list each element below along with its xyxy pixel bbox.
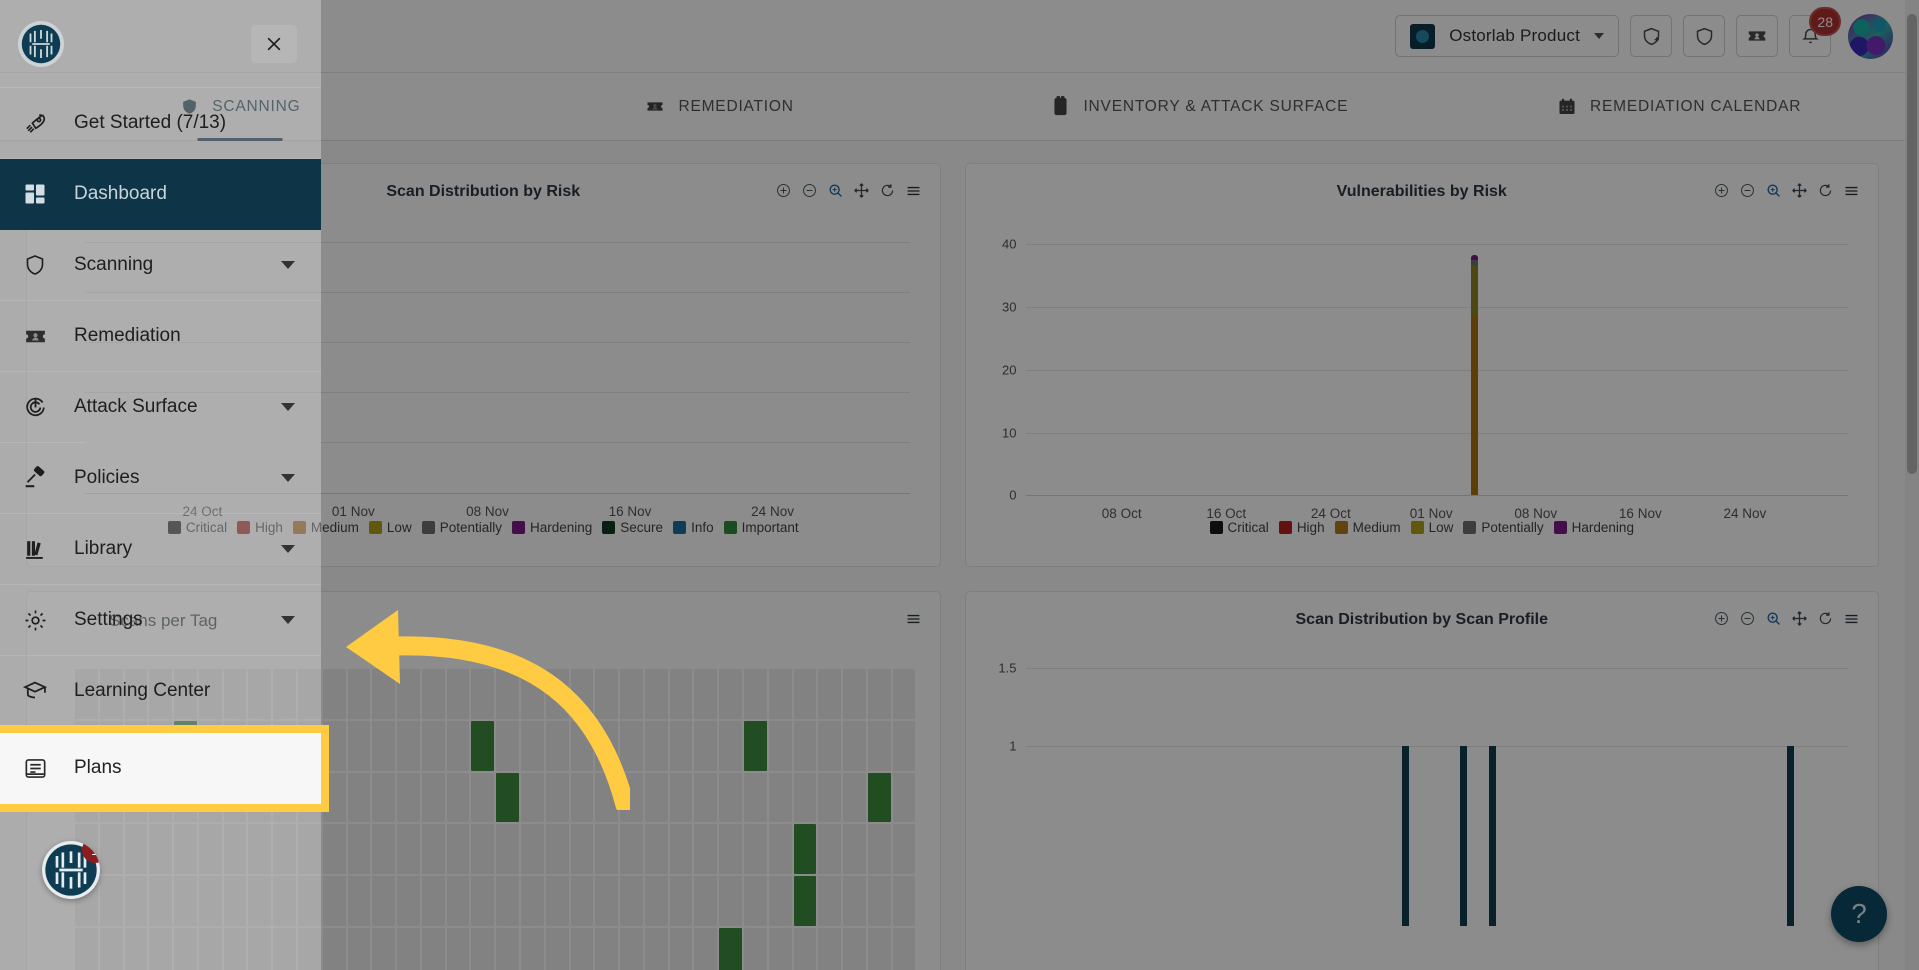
chevron-down-icon[interactable] (281, 261, 295, 269)
sidebar-item-label: Get Started (7/13) (74, 112, 226, 134)
sidebar-item-label: Dashboard (74, 183, 167, 205)
sidebar-item-remediation[interactable]: Remediation (0, 301, 321, 372)
sidebar-item-label: Learning Center (74, 680, 210, 702)
sidebar-item-label: Attack Surface (74, 396, 198, 418)
circuit-logo-glyph (20, 23, 62, 65)
books-icon (22, 536, 48, 562)
chevron-down-icon[interactable] (281, 545, 295, 553)
sidebar-item-settings[interactable]: Settings (0, 585, 321, 656)
close-icon (264, 34, 284, 54)
chevron-down-icon[interactable] (281, 616, 295, 624)
sidebar-item-library[interactable]: Library (0, 514, 321, 585)
ticket-user-icon (22, 323, 48, 349)
receipt-icon (22, 755, 48, 781)
sidebar-item-label: Settings (74, 609, 143, 631)
sidebar-item-label: Library (74, 538, 132, 560)
sidebar-item-scanning[interactable]: Scanning (0, 230, 321, 301)
sidebar-item-plans[interactable]: Plans (0, 733, 321, 804)
radar-target-icon (22, 394, 48, 420)
ostorlab-circuit-logo-icon[interactable]: 1 (42, 841, 100, 899)
chevron-down-icon[interactable] (281, 403, 295, 411)
sidebar-item-learning-center[interactable]: Learning Center (0, 656, 321, 727)
sidebar-item-policies[interactable]: Policies (0, 443, 321, 514)
graduation-cap-icon (22, 678, 48, 704)
chevron-down-icon[interactable] (281, 474, 295, 482)
sidebar-item-get-started[interactable]: Get Started (7/13) (0, 88, 321, 159)
shield-icon (22, 252, 48, 278)
sidebar-item-label: Policies (74, 467, 139, 489)
sidebar-item-label: Scanning (74, 254, 153, 276)
rocket-icon (22, 110, 48, 136)
sidebar-item-label: Remediation (74, 325, 181, 347)
drawer-header (0, 0, 321, 88)
sidebar-item-label: Plans (74, 757, 122, 779)
dashboard-grid-icon (22, 181, 48, 207)
sidebar-item-attack-surface[interactable]: Attack Surface (0, 372, 321, 443)
gavel-icon (22, 465, 48, 491)
gear-icon (22, 607, 48, 633)
drawer-footer: 1 (0, 810, 321, 930)
close-drawer-button[interactable] (251, 25, 297, 63)
sidebar-item-dashboard[interactable]: Dashboard (0, 159, 321, 230)
navigation-drawer: Get Started (7/13) Dashboard Scanning (0, 0, 321, 970)
ostorlab-circuit-logo-icon[interactable] (18, 21, 64, 67)
